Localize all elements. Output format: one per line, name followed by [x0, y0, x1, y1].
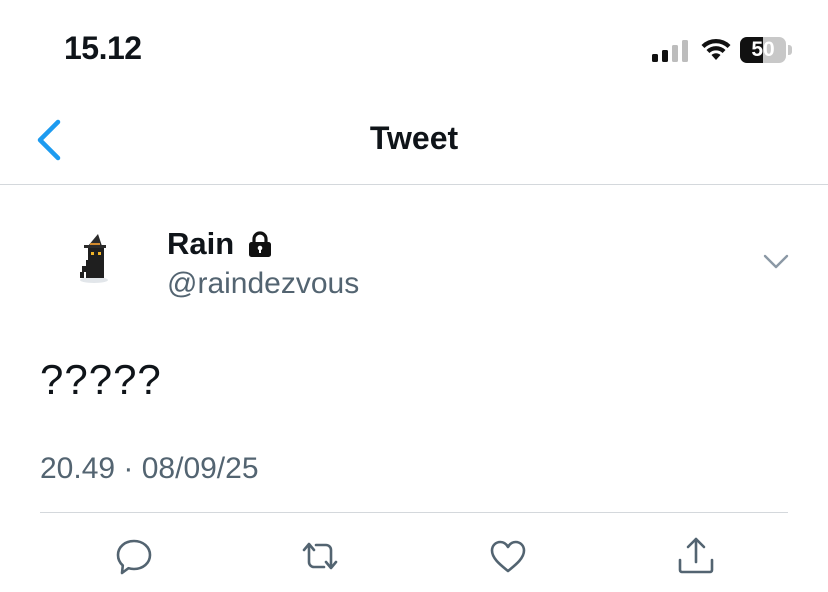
- tweet-text: ?????: [40, 356, 162, 403]
- more-options-button[interactable]: [762, 252, 790, 272]
- chevron-down-icon: [763, 254, 789, 269]
- avatar[interactable]: [64, 226, 128, 290]
- battery-tip: [788, 45, 792, 55]
- lock-icon: [249, 231, 272, 257]
- author-handle[interactable]: @raindezvous: [167, 267, 359, 301]
- wifi-icon: [701, 38, 731, 60]
- share-icon: [678, 537, 714, 574]
- reply-icon: [116, 539, 152, 575]
- share-button[interactable]: [674, 534, 718, 578]
- retweet-button[interactable]: [298, 534, 342, 578]
- retweet-icon: [302, 542, 338, 570]
- battery-body: 50: [740, 37, 786, 63]
- cellular-signal-icon: [652, 40, 688, 62]
- tweet-timestamp[interactable]: 20.49 · 08/09/25: [40, 452, 259, 486]
- author-name-label: Rain: [167, 226, 235, 261]
- actions-divider: [40, 512, 788, 513]
- tweet-screen: 15.12 50 Tweet Rain @raindezvous ????? 2…: [0, 0, 828, 592]
- status-time: 15.12: [64, 30, 142, 66]
- page-title: Tweet: [369, 120, 459, 156]
- nav-divider: [0, 184, 828, 185]
- reply-button[interactable]: [112, 534, 156, 578]
- battery-indicator: 50: [740, 37, 792, 63]
- author-name[interactable]: Rain: [167, 226, 274, 262]
- battery-level: 50: [751, 38, 775, 61]
- like-button[interactable]: [486, 534, 530, 578]
- heart-icon: [490, 540, 526, 573]
- cat-avatar-icon: [80, 234, 108, 283]
